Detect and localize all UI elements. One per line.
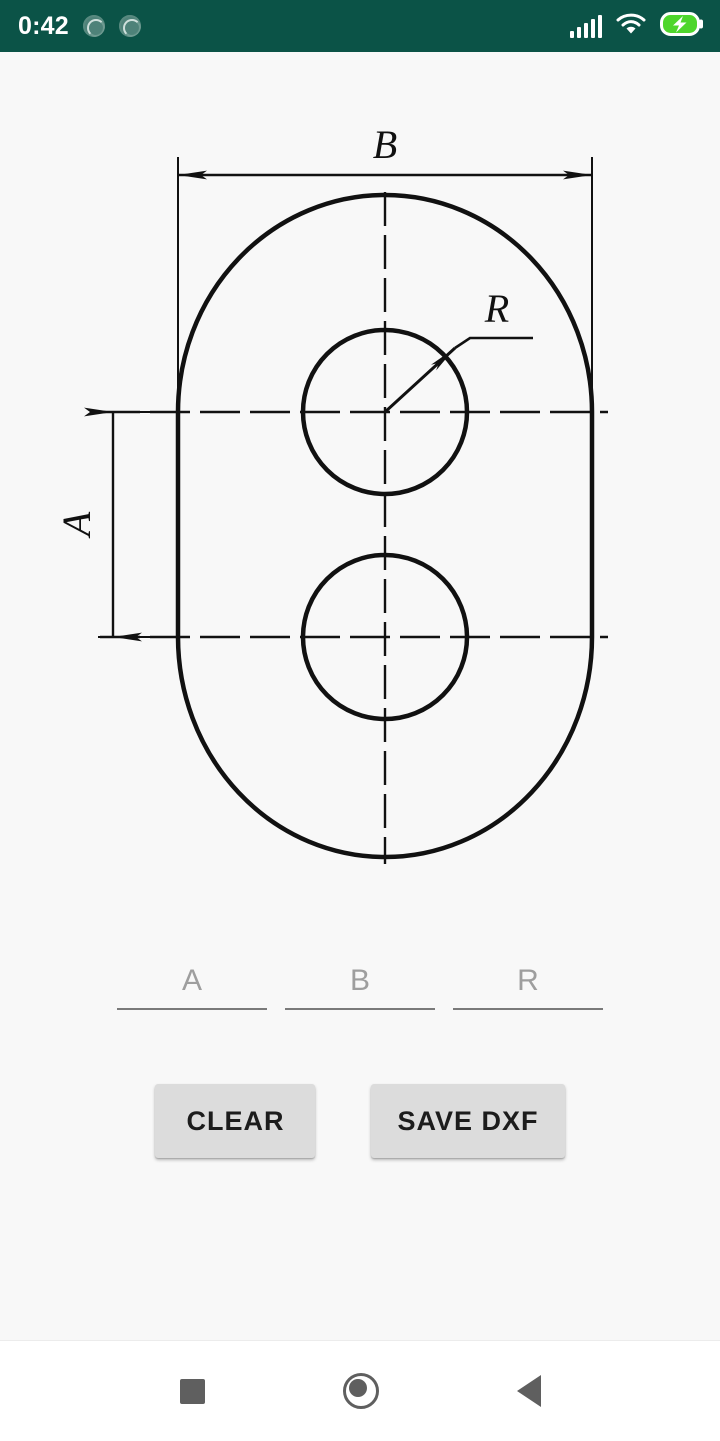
- status-bar: 0:42: [0, 0, 720, 52]
- back-icon[interactable]: [516, 1375, 541, 1407]
- clear-button[interactable]: CLEAR: [155, 1084, 316, 1158]
- dimension-a: A: [54, 407, 190, 642]
- technical-drawing: B A R: [0, 52, 720, 912]
- drawing-canvas: B A R: [54, 122, 608, 864]
- app-content: B A R CL: [0, 52, 720, 1340]
- battery-charging-icon: [660, 11, 704, 42]
- notification-dot-2-icon: [118, 15, 141, 37]
- dimension-a-label: A: [54, 511, 99, 539]
- dimension-r: R: [383, 286, 533, 414]
- status-bar-left: 0:42: [18, 12, 141, 41]
- dimension-b-label: B: [373, 122, 397, 167]
- action-button-row: CLEAR SAVE DXF: [0, 1084, 720, 1158]
- android-navigation-bar: [0, 1340, 720, 1441]
- field-a-wrapper: [117, 960, 267, 1010]
- home-icon[interactable]: [342, 1373, 379, 1409]
- field-r-input[interactable]: [453, 960, 603, 1010]
- notification-dot-1-icon: [82, 15, 105, 37]
- dimension-r-label: R: [484, 286, 509, 331]
- status-bar-right: [569, 0, 705, 52]
- wifi-icon: [615, 12, 647, 41]
- status-bar-clock: 0:42: [18, 11, 69, 40]
- dimension-input-row: [0, 960, 720, 1010]
- field-b-input[interactable]: [285, 960, 435, 1010]
- signal-icon: [569, 14, 602, 38]
- save-dxf-button[interactable]: SAVE DXF: [371, 1084, 565, 1158]
- field-a-input[interactable]: [117, 960, 267, 1010]
- recents-icon[interactable]: [179, 1378, 205, 1404]
- field-r-wrapper: [453, 960, 603, 1010]
- field-b-wrapper: [285, 960, 435, 1010]
